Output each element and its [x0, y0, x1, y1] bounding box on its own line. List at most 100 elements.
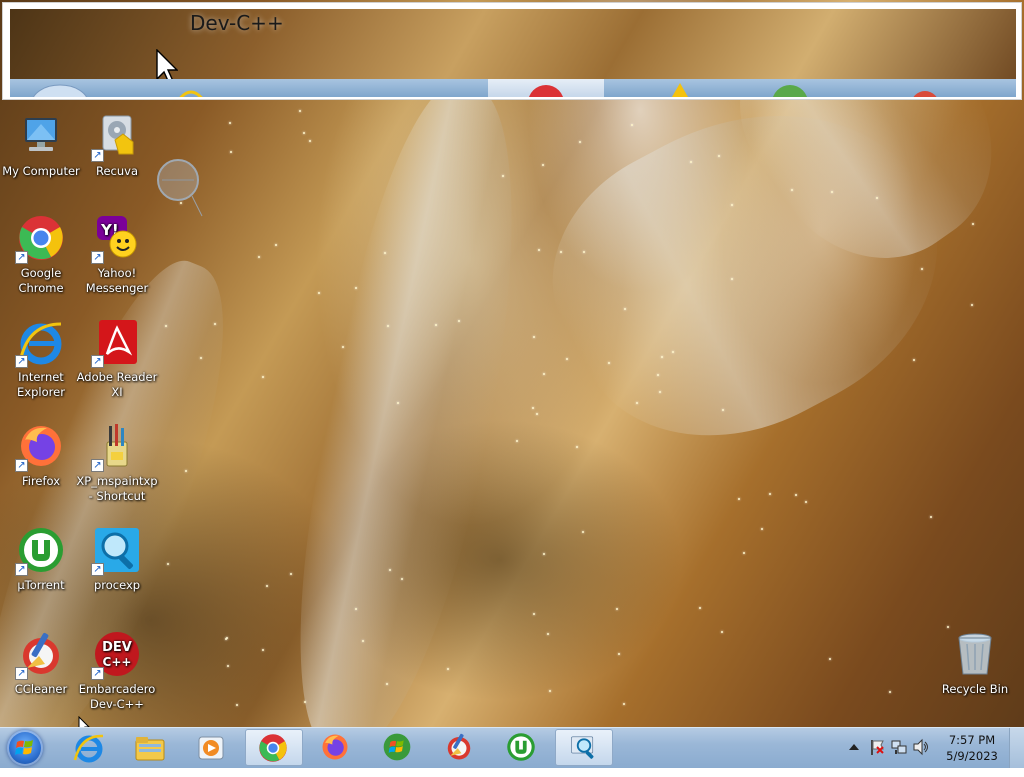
sparkle	[722, 409, 724, 411]
desktop-icon-mspaint[interactable]: ↗ XP_mspaintxp - Shortcut	[76, 422, 158, 504]
shortcut-arrow-icon: ↗	[91, 355, 104, 368]
sparkle	[458, 320, 460, 322]
desktop-icon-label: Google Chrome	[18, 266, 64, 295]
sparkle	[355, 287, 357, 289]
sparkle	[659, 391, 661, 393]
sparkle	[229, 122, 231, 124]
desktop-icon-recuva[interactable]: ↗ Recuva	[76, 112, 158, 179]
sparkle	[387, 325, 389, 327]
desktop-icon-label: procexp	[93, 578, 141, 592]
shortcut-arrow-icon: ↗	[15, 667, 28, 680]
sparkle	[230, 151, 232, 153]
desktop-icon-yahoo-messenger[interactable]: Y! ↗ Yahoo! Messenger	[76, 214, 158, 296]
windows-logo-icon	[15, 740, 33, 755]
desktop-icon-recycle-bin[interactable]: Recycle Bin	[934, 630, 1016, 697]
sparkle	[791, 189, 793, 191]
shortcut-arrow-icon: ↗	[91, 149, 104, 162]
taskbar-windows-explorer[interactable]	[121, 729, 179, 766]
clock[interactable]: 7:57 PM 5/9/2023	[942, 732, 1002, 764]
sparkle	[214, 323, 216, 325]
sparkle	[566, 358, 568, 360]
network-icon[interactable]	[890, 738, 908, 756]
sparkle	[738, 498, 740, 500]
firefox-icon: ↗	[15, 422, 65, 472]
utorrent-icon: ↗	[15, 526, 65, 576]
sparkle	[384, 252, 386, 254]
desktop-icon-procexp[interactable]: ↗ procexp	[76, 526, 158, 593]
desktop-icon-firefox[interactable]: ↗ Firefox	[0, 422, 82, 489]
taskbar-procexp[interactable]	[555, 729, 613, 766]
window-preview-strip: Dev-C++	[2, 2, 1022, 100]
desktop-icon-label: Embarcadero Dev-C++	[78, 682, 156, 711]
yahoo-messenger-icon: Y! ↗	[91, 214, 141, 264]
sparkle	[913, 359, 915, 361]
taskbar-google-chrome[interactable]	[245, 729, 303, 766]
desktop-icon-label: Yahoo! Messenger	[85, 266, 149, 295]
preview-green-icon	[773, 85, 807, 97]
firefox-icon	[322, 734, 348, 760]
ccleaner-icon	[447, 733, 471, 760]
preview-title: Dev-C++	[190, 11, 284, 35]
taskbar: 7:57 PM 5/9/2023	[0, 727, 1024, 768]
sparkle	[397, 402, 399, 404]
sparkle	[401, 578, 403, 580]
devcpp-icon-text: DEV	[102, 640, 132, 655]
sparkle	[631, 124, 633, 126]
sparkle	[731, 278, 733, 280]
desktop-icon-devcpp[interactable]: DEV C++ ↗ Embarcadero Dev-C++	[76, 630, 158, 712]
sparkle	[795, 494, 797, 496]
internet-explorer-icon: ↗	[15, 318, 65, 368]
start-button[interactable]	[7, 730, 43, 766]
taskbar-utorrent[interactable]	[493, 729, 551, 766]
sparkle	[236, 704, 238, 706]
sparkle	[516, 440, 518, 442]
desktop-icon-my-computer[interactable]: My Computer	[0, 112, 82, 179]
sparkle	[582, 531, 584, 533]
shortcut-arrow-icon: ↗	[91, 563, 104, 576]
desktop-icon-internet-explorer[interactable]: ↗ Internet Explorer	[0, 318, 82, 400]
sparkle	[731, 204, 733, 206]
action-center-flag-icon[interactable]	[868, 738, 886, 756]
sparkle	[200, 357, 202, 359]
desktop-icon-google-chrome[interactable]: ↗ Google Chrome	[0, 214, 82, 296]
sparkle	[532, 407, 534, 409]
desktop-icon-adobe-reader[interactable]: ↗ Adobe Reader XI	[76, 318, 158, 400]
taskbar-internet-explorer[interactable]	[60, 729, 118, 766]
desktop-icon-ccleaner[interactable]: ↗ CCleaner	[0, 630, 82, 697]
sparkle	[447, 668, 449, 670]
desktop-icon-label: XP_mspaintxp - Shortcut	[76, 474, 158, 503]
desktop-icon-label: Adobe Reader XI	[76, 370, 158, 399]
sparkle	[167, 563, 169, 565]
procexp-icon: ↗	[91, 526, 141, 576]
sparkle	[435, 324, 437, 326]
desktop-icon-label: My Computer	[2, 164, 80, 178]
desktop-icon-utorrent[interactable]: ↗ µTorrent	[0, 526, 82, 593]
show-desktop-button[interactable]	[1009, 728, 1024, 768]
preview-chrome-icon	[529, 85, 563, 97]
magnifier-lens-icon[interactable]	[156, 158, 204, 218]
taskbar-media-player[interactable]	[182, 729, 240, 766]
sparkle	[721, 631, 723, 633]
taskbar-ccleaner[interactable]	[431, 729, 489, 766]
volume-icon[interactable]	[912, 738, 930, 756]
taskbar-windows-orb[interactable]	[369, 729, 427, 766]
sparkle	[533, 613, 535, 615]
paint-icon: ↗	[91, 422, 141, 472]
sparkle	[805, 501, 807, 503]
sparkle	[690, 161, 692, 163]
shortcut-arrow-icon: ↗	[15, 355, 28, 368]
preview-start-icon	[33, 84, 87, 97]
sparkle	[258, 256, 260, 258]
desktop-icon-label: Firefox	[21, 474, 61, 488]
taskbar-firefox[interactable]	[307, 729, 365, 766]
sparkle	[579, 141, 581, 143]
sparkle	[921, 268, 923, 270]
shortcut-arrow-icon: ↗	[15, 251, 28, 264]
sparkle	[947, 626, 949, 628]
sparkle	[576, 446, 578, 448]
sparkle	[502, 175, 504, 177]
sparkle	[318, 292, 320, 294]
sparkle	[389, 569, 391, 571]
show-hidden-icons-icon[interactable]	[848, 742, 860, 752]
sparkle	[616, 608, 618, 610]
